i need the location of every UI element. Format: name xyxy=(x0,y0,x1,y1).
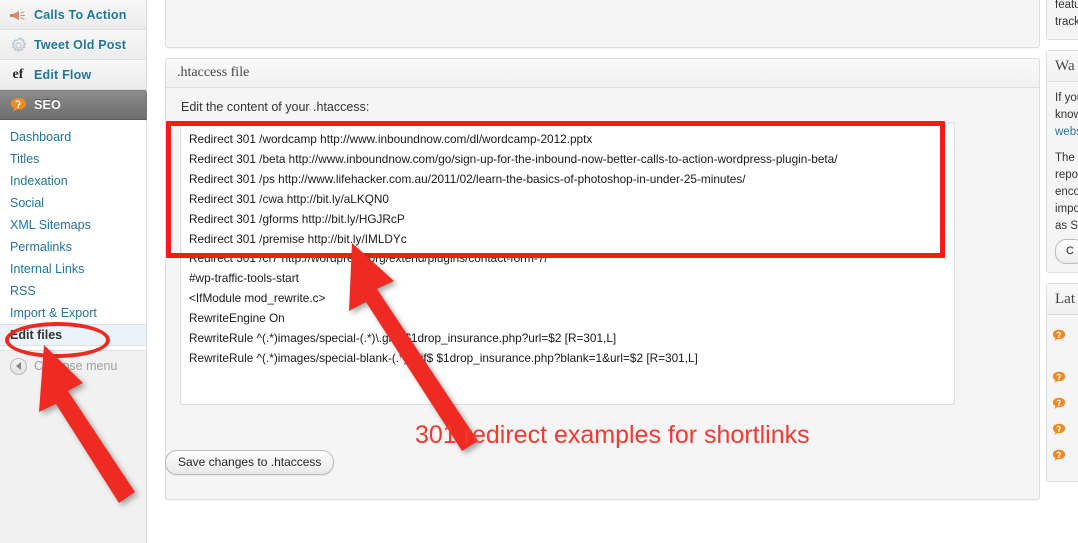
sidebar-item-social[interactable]: Social xyxy=(0,192,146,214)
forum-text-line-2: featu xyxy=(1055,0,1078,11)
right-panel-latest: Lat xyxy=(1046,283,1078,482)
save-htaccess-button[interactable]: Save changes to .htaccess xyxy=(165,450,335,475)
warning-text-line-7: as S xyxy=(1055,220,1078,232)
sidebar-item-label: SEO xyxy=(34,98,61,112)
sidebar-item-calls-to-action[interactable]: Calls To Action xyxy=(0,0,146,30)
ef-logo-icon: ef xyxy=(12,67,24,82)
sidebar-item-label: Tweet Old Post xyxy=(34,38,127,52)
sidebar-item-dashboard[interactable]: Dashboard xyxy=(0,126,146,148)
main-content: Save changes to Robots.txt .htaccess fil… xyxy=(147,0,1040,543)
seo-speech-bubble-icon xyxy=(1052,397,1066,416)
list-item[interactable] xyxy=(1047,325,1078,351)
admin-sidebar: Calls To Action Tweet Old Post ef Edit F… xyxy=(0,0,157,543)
list-item[interactable] xyxy=(1047,367,1078,393)
right-panel-forum-body: forum If you featu track xyxy=(1047,0,1078,39)
sidebar-item-label: Calls To Action xyxy=(34,8,127,22)
sidebar-item-import-export[interactable]: Import & Export xyxy=(0,302,146,324)
sidebar-item-label: Edit Flow xyxy=(34,68,92,82)
seo-speech-bubble-icon xyxy=(8,96,28,114)
gear-icon xyxy=(8,36,28,54)
warning-text-line-4: repo xyxy=(1055,169,1078,181)
seo-speech-bubble-icon xyxy=(1052,449,1066,468)
sidebar-item-indexation[interactable]: Indexation xyxy=(0,170,146,192)
collapse-menu-label: Collapse menu xyxy=(34,359,118,373)
sidebar-item-tweet-old-post[interactable]: Tweet Old Post xyxy=(0,30,146,60)
warning-text-line-6: impo xyxy=(1055,203,1078,215)
right-panel-latest-title: Lat xyxy=(1047,284,1078,315)
sidebar-plugin-menu: Calls To Action Tweet Old Post ef Edit F… xyxy=(0,0,157,121)
collapse-arrow-icon xyxy=(10,357,27,375)
htaccess-panel: .htaccess file Edit the content of your … xyxy=(165,58,1040,500)
seo-speech-bubble-icon xyxy=(1052,329,1066,348)
seo-speech-bubble-icon xyxy=(1052,423,1066,442)
sidebar-item-permalinks[interactable]: Permalinks xyxy=(0,236,146,258)
list-item[interactable] xyxy=(1047,445,1078,471)
sidebar-item-rss[interactable]: RSS xyxy=(0,280,146,302)
sidebar-item-edit-files[interactable]: Edit files xyxy=(0,324,146,346)
htaccess-panel-title: .htaccess file xyxy=(166,59,1039,88)
robots-txt-panel: Save changes to Robots.txt xyxy=(165,0,1040,48)
collapse-menu-button[interactable]: Collapse menu xyxy=(0,351,146,381)
warning-text-line-5: enco xyxy=(1055,186,1078,198)
right-sidebar: forum If you featu track Wa If you know … xyxy=(1041,0,1078,543)
sidebar-item-internal-links[interactable]: Internal Links xyxy=(0,258,146,280)
sidebar-item-seo[interactable]: SEO xyxy=(0,90,157,121)
htaccess-textarea[interactable] xyxy=(180,122,955,405)
right-panel-forum: forum If you featu track xyxy=(1046,0,1078,40)
warning-text-line-2: know xyxy=(1055,109,1078,121)
htaccess-field-label: Edit the content of your .htaccess: xyxy=(181,100,370,114)
forum-text-line-3: track xyxy=(1055,16,1078,28)
right-panel-warning-title: Wa xyxy=(1047,51,1078,82)
megaphone-icon xyxy=(8,6,28,24)
warning-text-line-1: If you xyxy=(1055,92,1078,104)
seo-submenu: Dashboard Titles Indexation Social XML S… xyxy=(0,120,146,351)
sidebar-item-xml-sitemaps[interactable]: XML Sitemaps xyxy=(0,214,146,236)
right-panel-warning-body: If you know webs The repo enco impo as S… xyxy=(1047,82,1078,272)
right-panel-latest-body xyxy=(1047,315,1078,481)
list-item[interactable] xyxy=(1047,393,1078,419)
list-item[interactable] xyxy=(1047,419,1078,445)
seo-speech-bubble-icon xyxy=(1052,371,1066,390)
sidebar-item-titles[interactable]: Titles xyxy=(0,148,146,170)
sidebar-item-edit-flow[interactable]: ef Edit Flow xyxy=(0,60,146,90)
right-panel-warning: Wa If you know webs The repo enco impo a… xyxy=(1046,50,1078,273)
warning-text-line-3: The xyxy=(1055,152,1075,164)
warning-action-button[interactable]: C xyxy=(1055,239,1078,264)
htaccess-editor-wrap xyxy=(180,122,1025,410)
warning-website-link[interactable]: webs xyxy=(1055,124,1078,141)
